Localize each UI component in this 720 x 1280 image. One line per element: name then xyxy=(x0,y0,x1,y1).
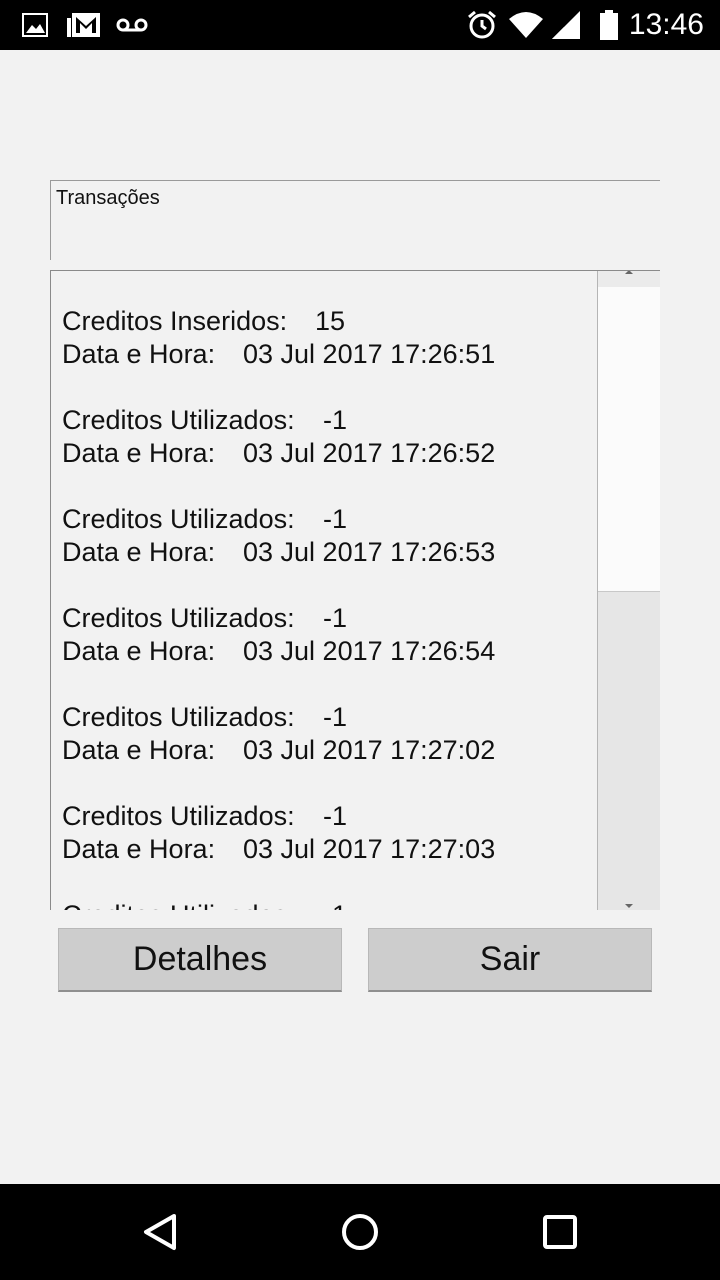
image-icon xyxy=(22,0,48,50)
transactions-list-content: Creditos Inseridos: 15 Data e Hora: 03 Jul … xyxy=(62,305,592,910)
list-item: Creditos Utilizados:-1 xyxy=(62,899,592,910)
transaction-value: -1 xyxy=(323,603,348,633)
list-item: Creditos Utilizados: -1 Data e Hora: 03 Jul… xyxy=(62,404,592,470)
status-bar: 13:46 xyxy=(0,0,720,50)
list-item: Creditos Utilizados: -1 Data e Hora: 03 Jul… xyxy=(62,602,592,668)
transaction-datetime-line: Data e Hora: 03 Jul 2017 17:27:03 xyxy=(62,833,592,866)
transaction-type-label: Creditos Utilizados: xyxy=(62,603,295,633)
datetime-value: 03 Jul 2017 17:27:02 xyxy=(243,735,496,765)
home-icon[interactable] xyxy=(300,1184,420,1280)
transaction-type-label: Creditos Utilizados: xyxy=(62,504,295,534)
transaction-value: -1 xyxy=(323,900,347,910)
datetime-value: 03 Jul 2017 17:26:53 xyxy=(243,537,496,567)
transaction-type-label: Creditos Utilizados: xyxy=(62,801,295,831)
transaction-datetime-line: Data e Hora: 03 Jul 2017 17:26:51 xyxy=(62,338,592,371)
transaction-datetime-line: Data e Hora: 03 Jul 2017 17:26:54 xyxy=(62,635,592,668)
transaction-value: 15 xyxy=(315,306,346,336)
transaction-datetime-line: Data e Hora: 03 Jul 2017 17:26:53 xyxy=(62,536,592,569)
vertical-scrollbar[interactable] xyxy=(597,271,660,910)
recents-icon[interactable] xyxy=(500,1184,620,1280)
transaction-type-label: Creditos Utilizados: xyxy=(62,899,323,910)
transaction-type-line: Creditos Utilizados: -1 xyxy=(62,404,592,437)
group-label: Transações xyxy=(56,187,160,209)
transaction-type-line: Creditos Utilizados: -1 xyxy=(62,800,592,833)
transaction-datetime-line: Data e Hora: 03 Jul 2017 17:27:02 xyxy=(62,734,592,767)
detalhes-button[interactable]: Detalhes xyxy=(58,928,342,992)
list-item: Creditos Utilizados: -1 Data e Hora: 03 Jul… xyxy=(62,800,592,866)
list-item: Creditos Inseridos: 15 Data e Hora: 03 Jul … xyxy=(62,305,592,371)
transaction-value: -1 xyxy=(323,504,348,534)
transaction-value: -1 xyxy=(323,405,348,435)
battery-icon xyxy=(598,0,620,50)
transaction-type-line: Creditos Utilizados: -1 xyxy=(62,503,592,536)
sair-button[interactable]: Sair xyxy=(368,928,652,992)
transactions-group: Transações xyxy=(50,180,660,260)
transaction-datetime-line: Data e Hora: 03 Jul 2017 17:26:52 xyxy=(62,437,592,470)
datetime-value: 03 Jul 2017 17:27:03 xyxy=(243,834,496,864)
gmail-icon xyxy=(66,0,102,50)
transaction-type-label: Creditos Utilizados: xyxy=(62,702,295,732)
voicemail-icon xyxy=(116,0,148,50)
transaction-type-line: Creditos Inseridos: 15 xyxy=(62,305,592,338)
transaction-type-line: Creditos Utilizados: -1 xyxy=(62,701,592,734)
transactions-list[interactable]: Creditos Inseridos: 15 Data e Hora: 03 Jul … xyxy=(50,270,660,910)
datetime-label: Data e Hora: xyxy=(62,735,216,765)
datetime-value: 03 Jul 2017 17:26:52 xyxy=(243,438,496,468)
scroll-thumb[interactable] xyxy=(598,287,660,592)
transaction-type-line: Creditos Utilizados:-1 xyxy=(62,899,592,910)
datetime-label: Data e Hora: xyxy=(62,339,216,369)
clock: 13:46 xyxy=(628,8,704,41)
navigation-bar xyxy=(0,1184,720,1280)
transaction-type-label: Creditos Inseridos: xyxy=(62,306,288,336)
transaction-type-label: Creditos Utilizados: xyxy=(62,405,295,435)
datetime-label: Data e Hora: xyxy=(62,636,216,666)
transaction-type-line: Creditos Utilizados: -1 xyxy=(62,602,592,635)
datetime-label: Data e Hora: xyxy=(62,834,216,864)
datetime-value: 03 Jul 2017 17:26:51 xyxy=(243,339,496,369)
alarm-icon xyxy=(466,0,498,50)
datetime-label: Data e Hora: xyxy=(62,537,216,567)
datetime-label: Data e Hora: xyxy=(62,438,216,468)
list-item: Creditos Utilizados: -1 Data e Hora: 03 Jul… xyxy=(62,503,592,569)
datetime-value: 03 Jul 2017 17:26:54 xyxy=(243,636,496,666)
back-icon[interactable] xyxy=(100,1184,220,1280)
signal-icon xyxy=(550,0,582,50)
scroll-up-arrow-icon[interactable] xyxy=(598,271,660,288)
scroll-down-arrow-icon[interactable] xyxy=(598,901,660,910)
list-item: Creditos Utilizados: -1 Data e Hora: 03 Jul… xyxy=(62,701,592,767)
transaction-value: -1 xyxy=(323,801,348,831)
wifi-icon xyxy=(508,0,544,50)
transaction-value: -1 xyxy=(323,702,348,732)
